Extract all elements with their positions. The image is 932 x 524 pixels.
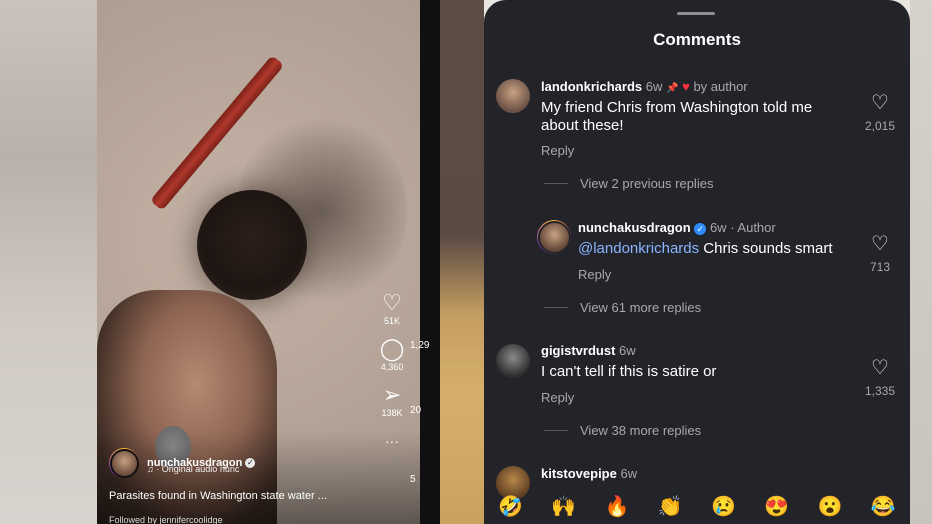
comment-time: 6w (620, 466, 638, 481)
reply-button[interactable]: Reply (541, 390, 574, 405)
heart-eyes-emoji-icon[interactable]: 😍 (764, 494, 789, 519)
rofl-emoji-icon[interactable]: 🤣 (498, 494, 523, 519)
reply-username[interactable]: nunchakusdragon (578, 220, 691, 235)
comment-time: 6w (619, 343, 636, 358)
comment-time: 6w (645, 79, 663, 94)
audio-label[interactable]: Original audio (162, 464, 218, 474)
view-replies-label[interactable]: View 38 more replies (580, 423, 701, 438)
surprised-emoji-icon[interactable]: 😮 (818, 494, 843, 519)
verified-icon: ✓ (694, 223, 707, 235)
audio-row[interactable]: ♫ · Original audio nunc (147, 464, 239, 474)
comment-like[interactable]: ♡ 1,335 (858, 358, 902, 398)
comments-sheet: Comments landonkrichards 6w 📌 ♥ by autho… (484, 0, 910, 524)
heart-outline-icon[interactable]: ♡ (858, 234, 902, 254)
video-player[interactable]: ♡ 51K ◯ 4,360 ➢ 138K ··· nunchakusdragon… (97, 0, 420, 524)
mention-link[interactable]: @landonkrichards (578, 240, 699, 257)
author-avatar[interactable] (537, 220, 571, 254)
joy-emoji-icon[interactable]: 😂 (871, 494, 896, 519)
share-icon[interactable]: ➢ (372, 384, 412, 406)
comment-action[interactable]: ◯ 4,360 (372, 338, 412, 373)
drag-handle[interactable] (677, 12, 715, 15)
comment-like-count: 2,015 (864, 119, 896, 133)
heart-outline-icon[interactable]: ♡ (858, 358, 902, 378)
comment-username[interactable]: gigistvrdust (541, 343, 615, 358)
background-left (0, 0, 100, 524)
more-action[interactable]: ··· (372, 430, 412, 452)
emoji-reaction-bar: 🤣 🙌 🔥 👏 😢 😍 😮 😂 (484, 494, 910, 519)
verified-icon: ✓ (245, 458, 256, 468)
comment-username[interactable]: kitstovepipe (541, 466, 617, 481)
reply-body: Chris sounds smart (699, 240, 833, 257)
share-action[interactable]: ➢ 138K (372, 384, 412, 419)
crying-emoji-icon[interactable]: 😢 (711, 494, 736, 519)
comment-like-count: 1,335 (864, 384, 896, 398)
view-replies-label[interactable]: View 61 more replies (580, 300, 701, 315)
reply-meta: nunchakusdragon ✓ 6w · Author (578, 220, 776, 235)
share-count: 138K (381, 408, 403, 418)
reply-like[interactable]: ♡ 713 (858, 234, 902, 274)
reply-like-count: 713 (869, 260, 891, 274)
next-video-preview: 1,29 20 5 (410, 0, 484, 524)
next-share-count: 5 (410, 474, 416, 485)
like-count: 51K (383, 316, 400, 326)
commenter-avatar[interactable] (496, 79, 530, 113)
reply-button[interactable]: Reply (541, 143, 574, 158)
sheet-title: Comments (653, 30, 741, 49)
audio-user[interactable]: nunc (220, 464, 240, 474)
heart-icon[interactable]: ♡ (372, 292, 412, 314)
video-caption[interactable]: Parasites found in Washington state wate… (109, 490, 327, 502)
followed-by: Followed by jennifercoolidge (109, 515, 223, 524)
reply-button[interactable]: Reply (578, 267, 611, 282)
comment-meta: gigistvrdust 6w (541, 343, 636, 358)
panel-gap (420, 0, 440, 524)
video-action-rail: ♡ 51K ◯ 4,360 ➢ 138K ··· (372, 292, 412, 464)
creator-avatar[interactable] (109, 448, 139, 478)
fire-emoji-icon[interactable]: 🔥 (605, 494, 630, 519)
more-icon[interactable]: ··· (372, 430, 412, 452)
comment-meta: kitstovepipe 6w (541, 466, 637, 481)
pin-icon: 📌 (666, 83, 679, 94)
commenter-avatar[interactable] (496, 344, 530, 378)
clapping-emoji-icon[interactable]: 👏 (658, 494, 683, 519)
liked-by-author-label: by author (693, 79, 748, 94)
heart-icon: ♥ (682, 79, 690, 94)
reply-text: @landonkrichards Chris sounds smart (578, 240, 858, 258)
view-replies-button[interactable]: View 2 previous replies (544, 176, 713, 191)
comment-meta: landonkrichards 6w 📌 ♥ by author (541, 79, 748, 94)
comment-username[interactable]: landonkrichards (541, 79, 642, 94)
comment-like[interactable]: ♡ 2,015 (858, 93, 902, 133)
comment-count: 4,360 (380, 362, 404, 372)
music-note-icon: ♫ (147, 464, 154, 474)
comment-text: I can't tell if this is satire or (541, 363, 717, 380)
next-like-count: 1,29 (410, 340, 430, 351)
comment-icon[interactable]: ◯ (372, 338, 412, 360)
comment-text: My friend Chris from Washington told me … (541, 99, 813, 134)
raised-hands-emoji-icon[interactable]: 🙌 (551, 494, 576, 519)
background-right (910, 0, 932, 524)
next-comment-count: 20 (410, 405, 422, 416)
view-replies-label[interactable]: View 2 previous replies (580, 176, 713, 191)
video-worm-ball (197, 190, 307, 300)
view-more-replies-button[interactable]: View 38 more replies (544, 423, 701, 438)
view-more-replies-button[interactable]: View 61 more replies (544, 300, 701, 315)
like-action[interactable]: ♡ 51K (372, 292, 412, 327)
heart-outline-icon[interactable]: ♡ (858, 93, 902, 113)
reply-time: 6w (709, 220, 727, 235)
author-label: Author (737, 220, 776, 235)
